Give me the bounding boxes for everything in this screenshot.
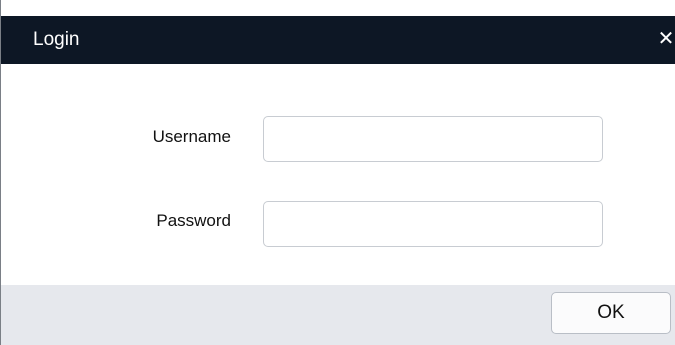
ok-button[interactable]: OK	[551, 292, 671, 334]
dialog-footer: OK	[1, 285, 675, 345]
username-label: Username	[152, 127, 231, 146]
dialog-title: Login	[33, 29, 80, 50]
dialog-titlebar: Login ✕	[1, 16, 675, 64]
close-icon[interactable]: ✕	[656, 25, 675, 53]
password-input[interactable]	[263, 201, 603, 247]
username-input[interactable]	[263, 116, 603, 162]
login-dialog: Login ✕ Username Password OK	[0, 0, 675, 345]
password-label: Password	[156, 211, 231, 230]
